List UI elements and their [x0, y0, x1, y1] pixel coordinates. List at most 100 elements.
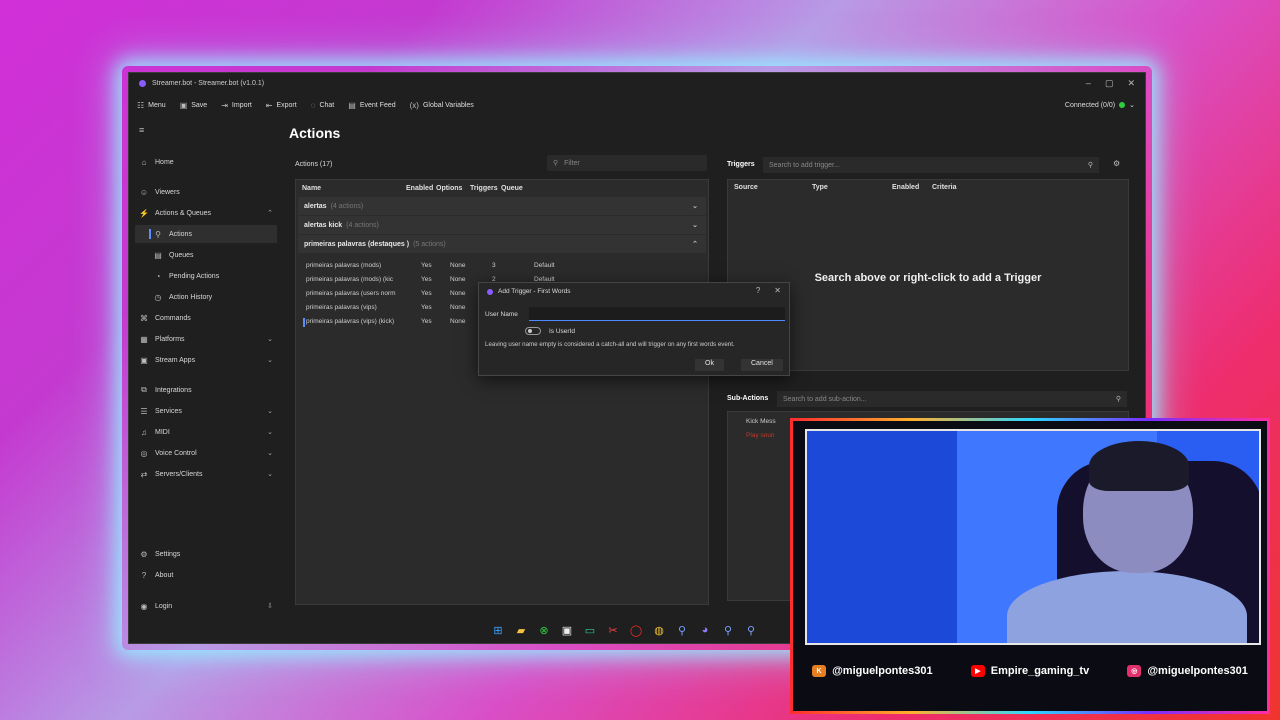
- sidebar-item-stream-apps[interactable]: ▣ Stream Apps ⌄: [135, 351, 277, 369]
- group-primeiras-palavras[interactable]: primeiras palavras (destaques ) (5 action…: [298, 235, 706, 253]
- dialog-title-bar: Add Trigger - First Words: [487, 288, 570, 295]
- import-button[interactable]: ⇥ Import: [221, 101, 252, 110]
- column-header-type[interactable]: Type: [812, 184, 828, 191]
- column-header-enabled[interactable]: Enabled: [406, 185, 436, 192]
- column-header-criteria[interactable]: Criteria: [932, 184, 957, 191]
- help-icon: ?: [141, 570, 147, 580]
- minimize-button[interactable]: –: [1086, 78, 1091, 89]
- queues-icon: ▤: [154, 250, 162, 260]
- dialog-controls: ? ✕: [756, 286, 781, 295]
- filter-input[interactable]: ⚲ Filter: [547, 155, 707, 171]
- sidebar-item-about[interactable]: ? About: [135, 566, 277, 584]
- chrome-icon[interactable]: ◍: [651, 622, 667, 638]
- import-icon: ⇥: [221, 100, 228, 110]
- triggers-header: Triggers: [727, 161, 755, 168]
- sidebar-item-label: Voice Control: [155, 449, 197, 457]
- menu-button[interactable]: ☷ Menu: [137, 101, 166, 110]
- chat-button[interactable]: ◌ Chat: [311, 101, 335, 110]
- streamerbot-logo-icon: [487, 288, 493, 295]
- settings-icon[interactable]: ⚙: [1113, 159, 1120, 168]
- sidebar-item-action-history[interactable]: ◷ Action History: [135, 288, 277, 306]
- store-icon[interactable]: ▣: [559, 622, 575, 638]
- sidebar-item-label: About: [155, 571, 174, 579]
- sidebar-item-settings[interactable]: ⚙ Settings: [135, 545, 277, 563]
- sidebar-item-home[interactable]: ⌂ Home: [135, 153, 277, 171]
- trigger-search-input[interactable]: Search to add trigger... ⚲: [763, 157, 1099, 173]
- cancel-button[interactable]: Cancel: [741, 359, 783, 371]
- chevron-down-icon: ⌄: [692, 222, 698, 229]
- column-header-name[interactable]: Name: [302, 185, 406, 192]
- dialog-close-button[interactable]: ✕: [774, 286, 781, 295]
- group-alertas[interactable]: alertas (4 actions) ⌄: [298, 197, 706, 215]
- subaction-search-input[interactable]: Search to add sub-action... ⚲: [777, 391, 1127, 407]
- row-name: primeiras palavras (users norm: [306, 290, 396, 297]
- user-name-input[interactable]: [529, 307, 785, 321]
- is-userid-label: Is UserId: [549, 328, 576, 335]
- xbox-icon[interactable]: ⊗: [536, 622, 552, 638]
- ok-button[interactable]: Ok: [695, 359, 724, 371]
- streamerbot-icon[interactable]: ⚲: [674, 622, 690, 638]
- sidebar-item-commands[interactable]: ⌘ Commands: [135, 309, 277, 327]
- add-trigger-dialog: Add Trigger - First Words ? ✕ User Name …: [478, 282, 790, 376]
- sidebar-item-queues[interactable]: ▤ Queues: [135, 246, 277, 264]
- group-name: primeiras palavras (destaques ): [304, 240, 410, 248]
- subaction-search-placeholder: Search to add sub-action...: [783, 395, 867, 403]
- search-icon: ⚲: [553, 160, 559, 167]
- global-variables-button[interactable]: (x) Global Variables: [410, 101, 474, 110]
- integrations-icon: ⧉: [141, 385, 147, 394]
- search-icon: ⚲: [1087, 162, 1093, 169]
- sidebar-item-integrations[interactable]: ⧉ Integrations: [135, 381, 277, 399]
- windows-start-icon[interactable]: ⊞: [490, 622, 506, 638]
- sidebar-item-login[interactable]: ◉ Login ⇩: [135, 597, 277, 615]
- sidebar-item-voice-control[interactable]: ◎ Voice Control ⌄: [135, 444, 277, 462]
- column-header-options[interactable]: Options: [436, 185, 470, 192]
- group-count: (5 actions): [413, 240, 446, 248]
- actions-table: Name Enabled Options Triggers Queue aler…: [295, 179, 709, 605]
- terminal-icon[interactable]: ▭: [582, 622, 598, 638]
- chevron-up-icon: ⌃: [692, 241, 698, 248]
- sidebar-item-platforms[interactable]: ▦ Platforms ⌄: [135, 330, 277, 348]
- pending-icon: ◔: [155, 271, 161, 281]
- is-userid-toggle[interactable]: [525, 327, 541, 335]
- discord-icon[interactable]: ◕: [697, 622, 713, 638]
- sidebar-item-label: Servers/Clients: [155, 470, 203, 478]
- app-icon[interactable]: ⚲: [720, 622, 736, 638]
- connection-status[interactable]: Connected (0/0) ⌄: [1065, 101, 1145, 110]
- capcut-icon[interactable]: ✂: [605, 622, 621, 638]
- chevron-down-icon: ⌄: [1129, 102, 1135, 109]
- group-alertas-kick[interactable]: alertas kick (4 actions) ⌄: [298, 216, 706, 234]
- save-button[interactable]: ▣ Save: [180, 101, 208, 110]
- chat-icon: ◌: [310, 100, 316, 110]
- column-header-triggers[interactable]: Triggers: [470, 185, 501, 192]
- sidebar-item-actions[interactable]: ⚲ Actions: [135, 225, 277, 243]
- sidebar-item-label: Queues: [169, 251, 194, 259]
- column-header-queue[interactable]: Queue: [501, 185, 523, 192]
- window-title: Streamer.bot - Streamer.bot (v1.0.1): [152, 79, 265, 87]
- chevron-down-icon: ⌄: [267, 471, 273, 478]
- hamburger-icon[interactable]: ≡: [139, 125, 144, 135]
- event-feed-button[interactable]: ▤ Event Feed: [348, 101, 395, 110]
- sidebar-item-pending-actions[interactable]: ◔ Pending Actions: [135, 267, 277, 285]
- file-explorer-icon[interactable]: ▰: [513, 622, 529, 638]
- sidebar-item-actions-queues[interactable]: ⚡ Actions & Queues ⌃: [135, 204, 277, 222]
- subaction-item[interactable]: Kick Mess: [746, 418, 776, 425]
- close-button[interactable]: ✕: [1127, 78, 1135, 89]
- help-button[interactable]: ?: [756, 286, 760, 295]
- table-row[interactable]: primeiras palavras (mods) Yes None 3 Def…: [306, 260, 704, 273]
- sidebar-item-viewers[interactable]: ☺ Viewers: [135, 183, 277, 201]
- maximize-button[interactable]: ▢: [1105, 78, 1114, 89]
- import-label: Import: [231, 101, 252, 109]
- subaction-item[interactable]: Play soun: [746, 432, 775, 439]
- app-icon-2[interactable]: ⚲: [743, 622, 759, 638]
- sidebar-item-midi[interactable]: ♫ MIDI ⌄: [135, 423, 277, 441]
- row-options: None: [450, 276, 466, 283]
- export-button[interactable]: ⇤ Export: [266, 101, 297, 110]
- export-label: Export: [276, 101, 297, 109]
- sidebar-item-services[interactable]: ☰ Services ⌄: [135, 402, 277, 420]
- column-header-source[interactable]: Source: [734, 184, 758, 191]
- column-header-enabled[interactable]: Enabled: [892, 184, 919, 191]
- opera-icon[interactable]: ◯: [628, 622, 644, 638]
- global-variables-icon: (x): [409, 100, 419, 110]
- sidebar-item-servers-clients[interactable]: ⇄ Servers/Clients ⌄: [135, 465, 277, 483]
- home-icon: ⌂: [141, 157, 147, 167]
